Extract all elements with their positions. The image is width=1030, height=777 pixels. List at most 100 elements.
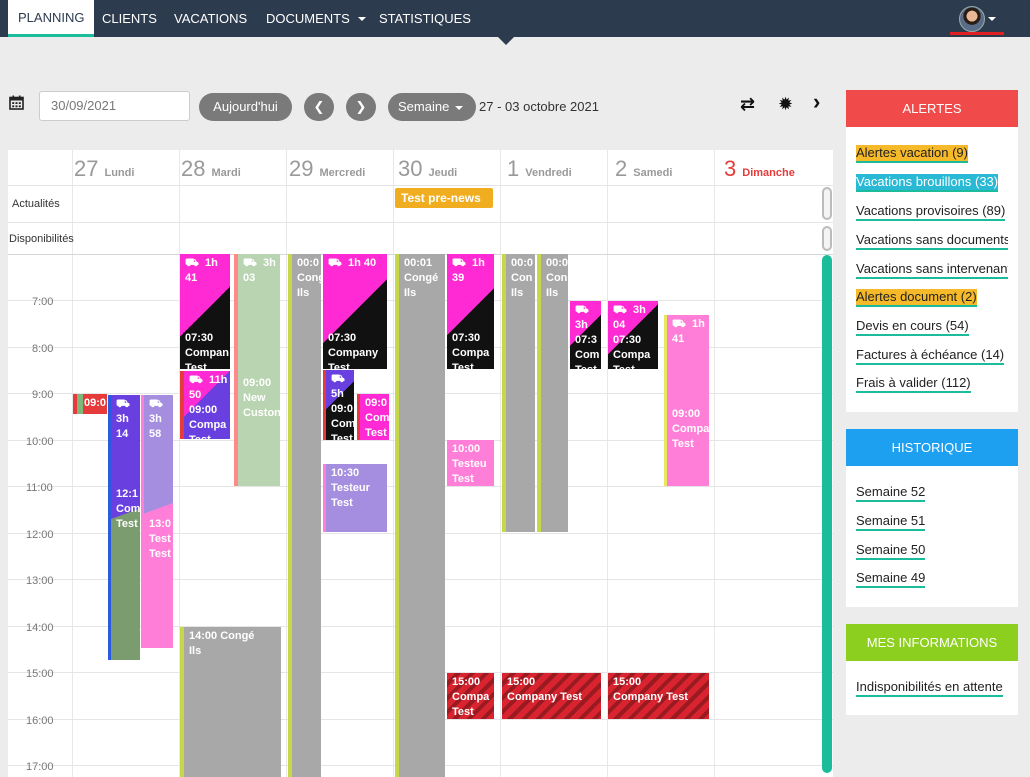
event-block[interactable]: ⛟ 3h 07:3 Com Test bbox=[570, 301, 601, 369]
chevron-down-icon bbox=[455, 105, 464, 110]
event-block[interactable]: ⛟ 11h 50 09:00 Compa Test bbox=[180, 371, 230, 439]
day-header[interactable]: 2 Samedi bbox=[615, 156, 672, 184]
event-block[interactable]: 15:00 Company Test bbox=[502, 673, 601, 719]
swap-icon[interactable]: ⇄ bbox=[740, 94, 755, 115]
event-block[interactable]: ⛟ 1h 41 07:30 Compan Test bbox=[180, 254, 230, 369]
day-number: 2 bbox=[615, 156, 628, 181]
today-button[interactable]: Aujourd'hui bbox=[199, 93, 292, 121]
event-block[interactable]: 10:30 Testeur Test bbox=[323, 464, 387, 532]
tab-clients[interactable]: CLIENTS bbox=[92, 0, 167, 37]
alert-item[interactable]: Frais à valider (112) bbox=[856, 375, 971, 393]
event-text: ⛟ 3h 07:3 Com Test bbox=[575, 304, 600, 369]
row-label-actualites: Actualités bbox=[12, 198, 60, 210]
event-block[interactable]: ⛟ 3h 58 13:0 Test Test bbox=[141, 395, 173, 648]
day-header[interactable]: 27 Lundi bbox=[74, 156, 134, 184]
tab-vacations[interactable]: VACATIONS bbox=[164, 0, 257, 37]
news-item[interactable]: Test pre-news bbox=[395, 188, 493, 208]
user-avatar[interactable] bbox=[959, 6, 985, 32]
event-block[interactable]: 00:01 Congé Ils bbox=[395, 254, 445, 777]
hour-label: 12:00 bbox=[26, 529, 54, 541]
event-text: ⛟ 3h 14 12:1 Com Test bbox=[116, 398, 140, 530]
hour-label: 16:00 bbox=[26, 715, 54, 727]
alert-item[interactable]: Alertes document (2) bbox=[856, 289, 977, 307]
event-block[interactable]: 00:0 Cong Ils bbox=[288, 254, 321, 777]
row-label-disponibilites: Disponibilités bbox=[9, 233, 74, 245]
event-block[interactable]: 15:00 Compa Test bbox=[447, 673, 494, 719]
view-select[interactable]: Semaine bbox=[388, 93, 476, 121]
calendar-scrollbar[interactable] bbox=[822, 255, 832, 773]
chevron-down-icon[interactable] bbox=[988, 17, 996, 21]
day-header[interactable]: 28 Mardi bbox=[181, 156, 241, 184]
week-range-label: 27 - 03 octobre 2021 bbox=[479, 99, 599, 114]
event-text: 09:0 Com Test bbox=[365, 397, 389, 439]
event-text: ⛟ 1h 41 09:00 Compa Test bbox=[672, 318, 709, 450]
alert-item[interactable]: Alertes vacation (9) bbox=[856, 145, 968, 163]
alert-item[interactable]: Devis en cours (54) bbox=[856, 318, 969, 336]
dispo-scrollbar[interactable] bbox=[822, 226, 832, 251]
panel-title: HISTORIQUE bbox=[846, 429, 1018, 466]
event-text: 00:0 Con Ils bbox=[511, 257, 534, 299]
tab-statistiques[interactable]: STATISTIQUES bbox=[369, 0, 481, 37]
hour-label: 17:00 bbox=[26, 761, 54, 773]
event-block[interactable]: 09:0 bbox=[73, 394, 107, 414]
event-block[interactable]: 14:00 Congé Ils bbox=[180, 627, 281, 777]
event-block[interactable]: ⛟ 3h 14 12:1 Com Test bbox=[108, 395, 140, 660]
grid-line bbox=[500, 150, 501, 777]
avatar-indicator bbox=[950, 32, 1004, 35]
event-block[interactable]: ⛟ 1h 40 07:30 Company Test bbox=[323, 254, 387, 369]
day-name: Mardi bbox=[211, 167, 241, 179]
history-item[interactable]: Semaine 49 bbox=[856, 570, 926, 588]
event-text: ⛟ 1h 40 07:30 Company Test bbox=[328, 257, 379, 369]
tab-planning[interactable]: PLANNING bbox=[8, 0, 95, 37]
event-block[interactable]: ⛟ 1h 41 09:00 Compa Test bbox=[664, 315, 709, 486]
event-text: 00:01 Congé Ils bbox=[404, 257, 439, 299]
chevron-right-icon[interactable]: › bbox=[813, 89, 820, 115]
event-text: 15:00 Company Test bbox=[507, 676, 582, 703]
grid-line bbox=[393, 150, 394, 777]
event-block[interactable]: ⛟ 5h 09:0 Com Test bbox=[323, 370, 354, 440]
event-block[interactable]: ⛟ 3h 03 09:00 New Custon bbox=[234, 254, 280, 486]
date-input[interactable]: 30/09/2021 bbox=[39, 91, 190, 121]
next-week-button[interactable]: ❯ bbox=[346, 93, 376, 121]
calendar-icon[interactable] bbox=[9, 95, 24, 110]
event-text: ⛟ 3h 58 13:0 Test Test bbox=[149, 398, 172, 560]
gear-icon[interactable]: ✹ bbox=[778, 94, 793, 115]
nav-pointer bbox=[498, 37, 514, 45]
history-item[interactable]: Semaine 50 bbox=[856, 542, 926, 560]
event-block[interactable]: ⛟ 3h 04 07:30 Compa Test bbox=[608, 301, 658, 369]
hour-label: 14:00 bbox=[26, 622, 54, 634]
alert-item[interactable]: Vacations sans documents bbox=[856, 232, 1008, 250]
alert-item[interactable]: Vacations brouillons (33) bbox=[856, 174, 999, 192]
day-name: Dimanche bbox=[742, 167, 795, 179]
hour-label: 8:00 bbox=[32, 343, 54, 355]
history-item[interactable]: Semaine 52 bbox=[856, 484, 926, 502]
event-block[interactable]: 00:0 Con Ils bbox=[537, 254, 568, 532]
info-item[interactable]: Indisponibilités en attente bbox=[856, 679, 1003, 697]
historique-panel: HISTORIQUE Semaine 52 Semaine 51 Semaine… bbox=[846, 429, 1018, 607]
event-text: 15:00 Compa Test bbox=[452, 676, 490, 718]
alert-item[interactable]: Vacations provisoires (89) bbox=[856, 203, 1006, 221]
event-block[interactable]: 15:00 Company Test bbox=[608, 673, 709, 719]
event-text: 00:0 Con Ils bbox=[546, 257, 568, 299]
day-header[interactable]: 1 Vendredi bbox=[507, 156, 572, 184]
history-item[interactable]: Semaine 51 bbox=[856, 513, 926, 531]
event-block[interactable]: 00:0 Con Ils bbox=[502, 254, 535, 532]
prev-week-button[interactable]: ❮ bbox=[304, 93, 334, 121]
week-calendar: 27 Lundi 28 Mardi 29 Mercredi 30 Jeudi 1 Vend… bbox=[8, 150, 833, 777]
day-header[interactable]: 29 Mercredi bbox=[289, 156, 365, 184]
day-name: Samedi bbox=[633, 167, 673, 179]
tab-documents[interactable]: DOCUMENTS bbox=[256, 0, 374, 37]
grid-line bbox=[8, 222, 833, 223]
alert-item[interactable]: Vacations sans intervenant bbox=[856, 261, 1008, 279]
event-text: 10:30 Testeur Test bbox=[331, 467, 370, 509]
day-header[interactable]: 30 Jeudi bbox=[398, 156, 457, 184]
informations-panel: MES INFORMATIONS Indisponibilités en att… bbox=[846, 624, 1018, 715]
event-block[interactable]: 10:00 Testeu Test bbox=[447, 440, 494, 486]
event-block[interactable]: ⛟ 1h 39 07:30 Compa Test bbox=[447, 254, 494, 369]
event-block[interactable]: 09:0 Com Test bbox=[357, 394, 389, 440]
day-header[interactable]: 3 Dimanche bbox=[724, 156, 795, 184]
day-number: 28 bbox=[181, 156, 206, 181]
event-text: ⛟ 3h 03 09:00 New Custon bbox=[243, 257, 280, 419]
alert-item[interactable]: Factures à échéance (14) bbox=[856, 347, 1005, 365]
news-scrollbar[interactable] bbox=[822, 187, 832, 220]
